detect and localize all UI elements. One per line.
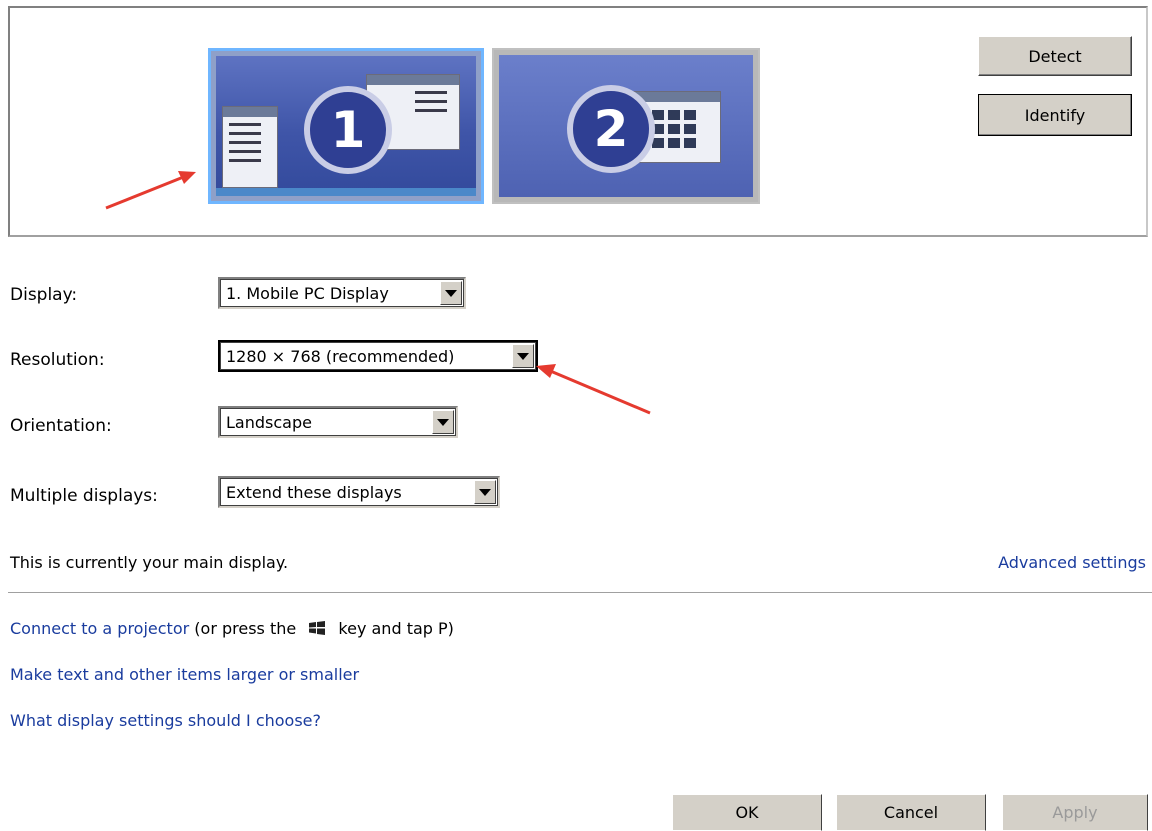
taskbar-strip [216, 188, 476, 196]
monitor-1-thumbnail[interactable]: 1 [208, 48, 484, 204]
display-label: Display: [10, 285, 78, 305]
monitor-1-screen: 1 [216, 56, 476, 196]
monitor-2-screen: 2 [499, 55, 753, 197]
annotation-arrow-resolution [536, 364, 651, 415]
monitor-2-thumbnail[interactable]: 2 [492, 48, 760, 204]
identify-button[interactable]: Identify [978, 94, 1132, 136]
monitor-number-badge: 1 [304, 86, 392, 174]
monitor-number-badge: 2 [567, 85, 655, 173]
multiple-displays-value: Extend these displays [226, 482, 402, 502]
dropdown-arrow-icon[interactable] [440, 281, 462, 305]
advanced-settings-link[interactable]: Advanced settings [998, 553, 1146, 572]
text-size-link[interactable]: Make text and other items larger or smal… [10, 665, 359, 684]
resolution-dropdown[interactable]: 1280 × 768 (recommended) [218, 340, 538, 372]
projector-line: Connect to a projector (or press the key… [10, 619, 454, 638]
multiple-displays-dropdown[interactable]: Extend these displays [218, 476, 500, 508]
dropdown-arrow-icon[interactable] [512, 344, 534, 368]
windows-logo-icon [309, 621, 326, 635]
orientation-value: Landscape [226, 412, 312, 432]
orientation-label: Orientation: [10, 416, 112, 436]
multiple-displays-label: Multiple displays: [10, 486, 158, 506]
detect-button[interactable]: Detect [978, 36, 1132, 76]
mini-window-icon [222, 106, 278, 188]
dropdown-arrow-icon[interactable] [432, 410, 454, 434]
resolution-label: Resolution: [10, 350, 105, 370]
divider [8, 592, 1152, 593]
projector-hint-after: key and tap P) [338, 619, 454, 638]
cancel-button[interactable]: Cancel [836, 794, 986, 831]
monitor-arrangement-panel: 1 2 Detect Identify [8, 6, 1148, 237]
dropdown-arrow-icon[interactable] [474, 480, 496, 504]
connect-projector-link[interactable]: Connect to a projector [10, 619, 189, 638]
orientation-dropdown[interactable]: Landscape [218, 406, 458, 438]
display-help-link[interactable]: What display settings should I choose? [10, 711, 321, 730]
projector-hint-before: (or press the [194, 619, 297, 638]
ok-button[interactable]: OK [672, 794, 822, 831]
apply-button[interactable]: Apply [1002, 794, 1148, 831]
main-display-status: This is currently your main display. [10, 553, 289, 572]
display-value: 1. Mobile PC Display [226, 283, 389, 303]
resolution-value: 1280 × 768 (recommended) [226, 346, 455, 366]
display-dropdown[interactable]: 1. Mobile PC Display [218, 277, 466, 309]
